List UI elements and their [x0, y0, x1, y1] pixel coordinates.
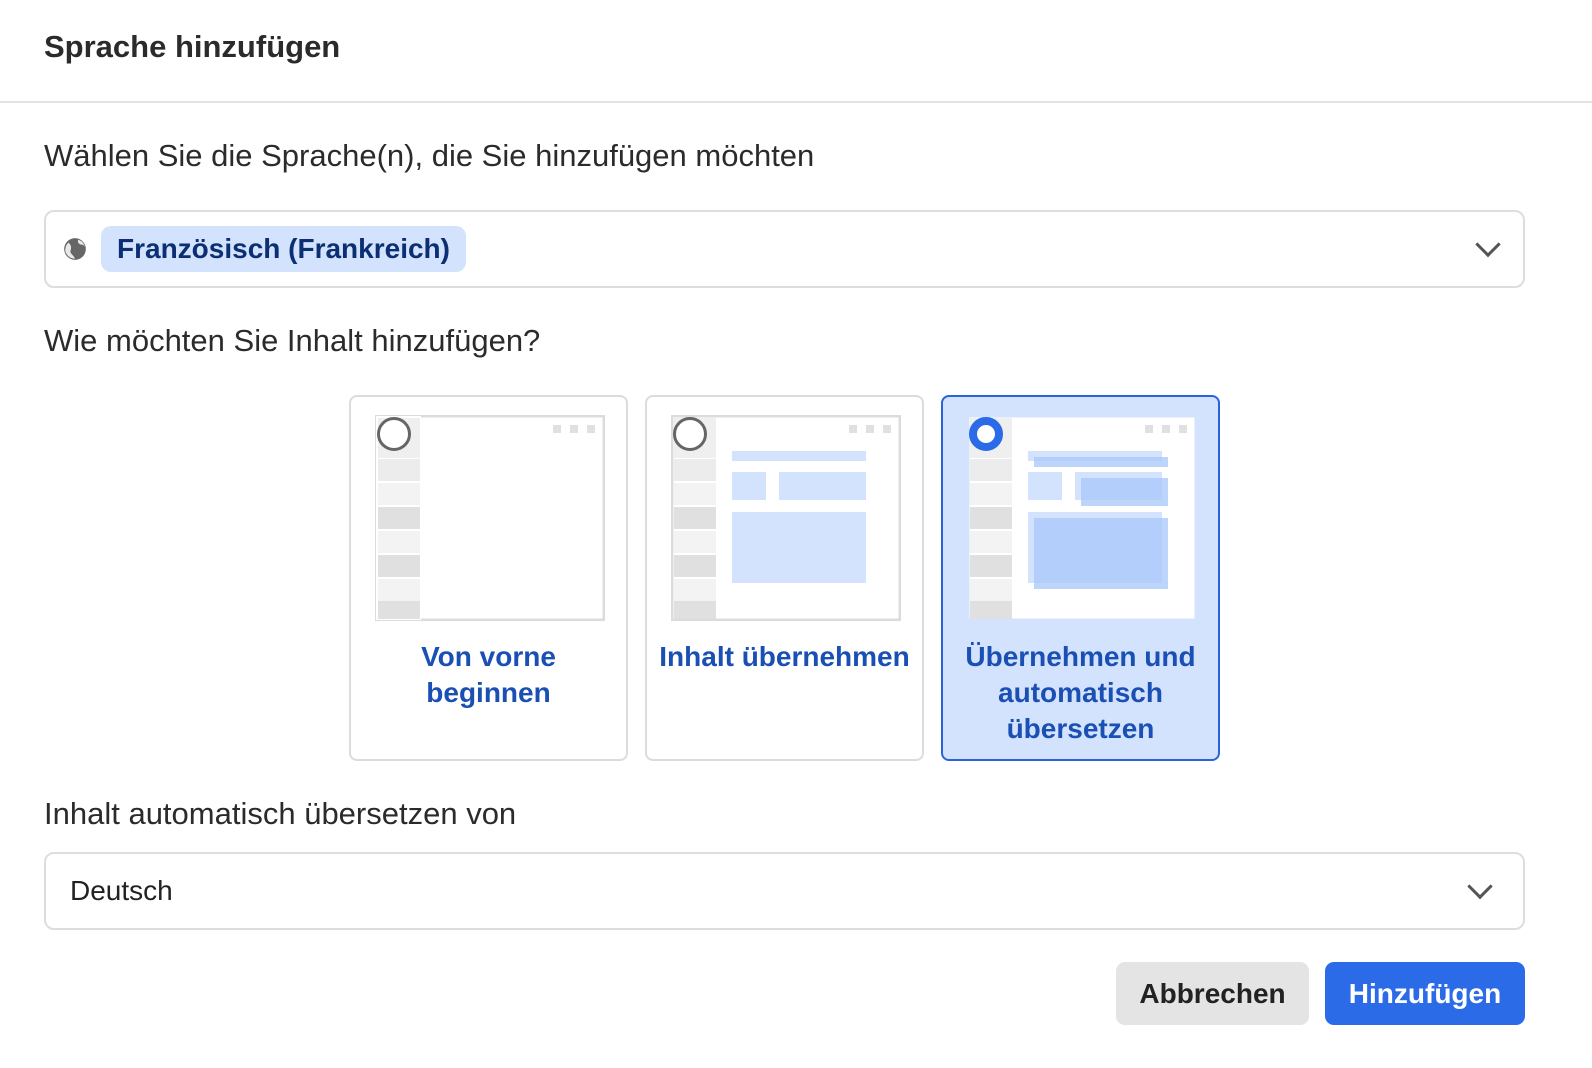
- option-radio[interactable]: [673, 417, 707, 451]
- add-button[interactable]: Hinzufügen: [1325, 962, 1525, 1025]
- blank-page-illustration: [375, 415, 605, 621]
- cancel-button[interactable]: Abbrechen: [1116, 962, 1309, 1025]
- content-method-options: Von vorne beginnen Inhalt übernehmen Übe…: [349, 395, 1220, 761]
- dialog-header: Sprache hinzufügen: [0, 0, 1592, 103]
- translate-from-value: Deutsch: [70, 875, 173, 906]
- option-radio[interactable]: [377, 417, 411, 451]
- option-copy-content[interactable]: Inhalt übernehmen: [645, 395, 924, 761]
- add-language-dialog: Sprache hinzufügen Wählen Sie die Sprach…: [0, 0, 1592, 1068]
- dialog-title: Sprache hinzufügen: [44, 28, 341, 64]
- copied-page-illustration: [671, 415, 901, 621]
- selected-language-chip[interactable]: Französisch (Frankreich): [101, 226, 466, 272]
- option-copy-and-translate[interactable]: Übernehmen und automatisch übersetzen: [941, 395, 1220, 761]
- chevron-down-icon[interactable]: [1475, 231, 1501, 258]
- option-label: Von vorne beginnen: [421, 641, 556, 708]
- translate-from-label: Inhalt automatisch übersetzen von: [44, 796, 517, 831]
- language-select-label: Wählen Sie die Sprache(n), die Sie hinzu…: [44, 138, 815, 173]
- globe-icon: [64, 238, 86, 260]
- option-label: Übernehmen und automatisch übersetzen: [965, 641, 1196, 744]
- chevron-down-icon[interactable]: [1467, 873, 1493, 900]
- option-start-fresh[interactable]: Von vorne beginnen: [349, 395, 628, 761]
- language-select[interactable]: Französisch (Frankreich): [44, 210, 1525, 288]
- option-label: Inhalt übernehmen: [659, 641, 910, 672]
- translated-page-illustration: [967, 415, 1197, 621]
- translate-from-select[interactable]: Deutsch: [44, 852, 1525, 930]
- option-radio-checked[interactable]: [969, 417, 1003, 451]
- content-method-label: Wie möchten Sie Inhalt hinzufügen?: [44, 323, 541, 358]
